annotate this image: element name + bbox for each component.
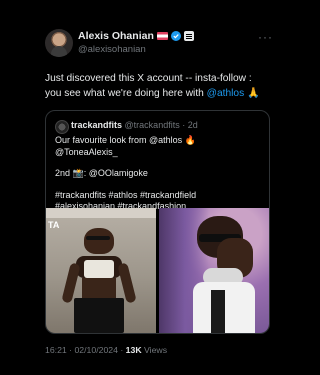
views-label: Views	[141, 345, 168, 355]
quoted-image-1[interactable]: TA	[46, 208, 156, 333]
tweet-meta: 16:21 · 02/10/2024 · 13K Views	[45, 345, 167, 355]
quoted-author-handle[interactable]: @trackandfits	[125, 120, 180, 130]
tweet-text: Just discovered this X account -- insta-…	[45, 71, 267, 101]
affiliate-badge-icon[interactable]	[183, 31, 194, 41]
author-name[interactable]: Alexis Ohanian	[78, 30, 154, 42]
quoted-line-2: 2nd 📸: @OOlamigoke	[55, 168, 148, 178]
quoted-line-3: #trackandfits #athlos #trackandfield	[55, 189, 197, 200]
flag-icon	[156, 32, 168, 40]
views-count: 13K	[125, 345, 142, 355]
author-handle[interactable]: @alexisohanian	[78, 44, 146, 55]
tweet-timestamp[interactable]: 16:21 · 02/10/2024 ·	[45, 345, 126, 355]
tweet-text-suffix: 🙏	[244, 88, 260, 99]
verified-badge-icon[interactable]	[170, 31, 181, 41]
quoted-author-avatar[interactable]	[55, 120, 69, 134]
quoted-author-name[interactable]: trackandfits	[71, 120, 122, 130]
quoted-text: Our favourite look from @athlos 🔥 @Tonea…	[55, 135, 261, 213]
mention-link[interactable]: @athlos	[207, 88, 245, 99]
quoted-age: · 2d	[182, 120, 198, 130]
quoted-header: trackandfits @trackandfits · 2d	[71, 120, 198, 130]
quoted-line-1: Our favourite look from @athlos 🔥 @Tonea…	[55, 135, 196, 157]
image-1-text: TA	[48, 220, 60, 230]
quoted-image-2[interactable]	[159, 208, 269, 333]
more-options-icon[interactable]: ···	[258, 30, 273, 44]
quoted-tweet[interactable]: trackandfits @trackandfits · 2d Our favo…	[45, 110, 270, 334]
author-avatar[interactable]	[45, 29, 73, 57]
author-name-row: Alexis Ohanian	[78, 30, 194, 42]
